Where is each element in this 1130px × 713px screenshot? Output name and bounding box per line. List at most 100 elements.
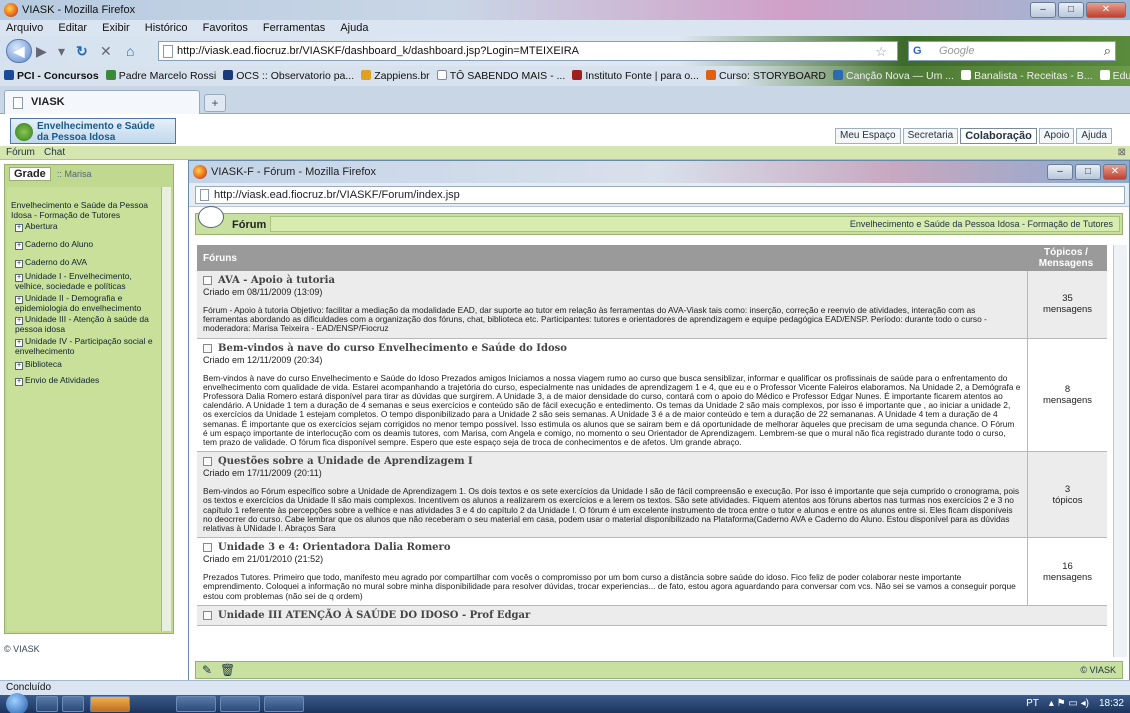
search-box[interactable]: G Google ⌕ <box>908 41 1116 61</box>
tab-grade[interactable]: Grade <box>9 167 51 181</box>
tree-item-unidade-4[interactable]: + Unidade IV - Participação social e enve… <box>7 336 161 357</box>
section-strip: Fórum Chat ⊠ <box>0 146 1130 160</box>
popup-scrollbar[interactable] <box>1113 245 1127 657</box>
pci-icon <box>4 70 14 80</box>
bookmark-item[interactable]: Padre Marcelo Rossi <box>105 66 216 86</box>
menu-ferramentas[interactable]: Ferramentas <box>263 20 325 36</box>
tray-icons[interactable]: ▴ ⚑ ▭ ◂) <box>1049 698 1089 709</box>
forum-row-title[interactable]: AVA - Apoio à tutoria <box>203 275 1021 286</box>
bookmark-icon <box>706 70 716 80</box>
taskbar-firefox[interactable] <box>90 696 130 712</box>
forum-row[interactable]: Unidade III ATENÇÃO À SAÚDE DO IDOSO - P… <box>197 605 1107 626</box>
link-forum[interactable]: Fórum <box>6 147 35 158</box>
bookmark-item[interactable]: OCS :: Observatorio pa... <box>223 66 354 86</box>
nav-secretaria[interactable]: Secretaria <box>902 128 959 144</box>
taskbar-skype[interactable] <box>176 696 216 712</box>
page-icon <box>436 70 447 80</box>
menu-ajuda[interactable]: Ajuda <box>340 20 368 36</box>
col-foruns: Fóruns <box>203 253 237 264</box>
menu-editar[interactable]: Editar <box>58 20 87 36</box>
back-button[interactable]: ◀ <box>6 39 32 63</box>
tree-item-caderno-aluno[interactable]: + Caderno do Aluno <box>7 239 161 250</box>
menu-arquivo[interactable]: Arquivo <box>6 20 43 36</box>
bookmark-item[interactable]: Canção Nova — Um ... <box>833 66 954 86</box>
menu-bar: Arquivo Editar Exibir Histórico Favorito… <box>0 20 1130 36</box>
course-banner: Envelhecimento e Saúde da Pessoa Idosa -… <box>270 216 1120 232</box>
new-tab-button[interactable]: + <box>204 94 226 112</box>
popup-maximize-button[interactable]: □ <box>1075 164 1101 180</box>
forum-row[interactable]: Bem-vindos à nave do curso Envelheciment… <box>197 338 1107 453</box>
bookmark-item[interactable]: Banalista - Receitas - B... <box>961 66 1093 86</box>
expand-icon[interactable]: + <box>15 242 23 250</box>
bookmark-item[interactable]: Instituto Fonte | para o... <box>572 66 699 86</box>
close-button[interactable]: ✕ <box>1086 2 1126 18</box>
new-topic-icon[interactable]: ✎ <box>202 663 212 677</box>
dropdown-arrow-icon[interactable]: ▾ <box>58 43 65 60</box>
link-chat[interactable]: Chat <box>44 147 65 158</box>
stop-icon[interactable]: ✕ <box>100 43 112 60</box>
forum-checkbox-icon <box>203 457 212 467</box>
popup-address-bar[interactable]: http://viask.ead.fiocruz.br/VIASKF/Forum… <box>195 186 1125 204</box>
reload-icon[interactable]: ↻ <box>76 43 88 60</box>
forum-row-title[interactable]: Bem-vindos à nave do curso Envelheciment… <box>203 343 1021 354</box>
language-indicator[interactable]: PT <box>1026 698 1039 709</box>
bookmark-item[interactable]: PCI - Concursos <box>4 66 99 86</box>
taskbar-app[interactable] <box>264 696 304 712</box>
tree-item-unidade-3[interactable]: + Unidade III - Atenção à saúde da pessoa… <box>7 314 161 335</box>
bookmark-star-icon[interactable]: ☆ <box>875 44 887 60</box>
tree-item-abertura[interactable]: + Abertura <box>7 221 161 232</box>
popup-minimize-button[interactable]: – <box>1047 164 1073 180</box>
forum-row-title[interactable]: Unidade III ATENÇÃO À SAÚDE DO IDOSO - P… <box>203 610 1021 621</box>
expand-icon[interactable]: + <box>15 260 23 268</box>
expand-icon[interactable]: + <box>15 362 23 370</box>
tree-item-biblioteca[interactable]: + Biblioteca <box>7 359 161 370</box>
taskbar-word[interactable] <box>220 696 260 712</box>
nav-apoio[interactable]: Apoio <box>1038 128 1075 144</box>
popup-copyright: © VIASK <box>1080 665 1116 675</box>
forum-row-count: 3 tópicos <box>1027 452 1107 538</box>
forum-row[interactable]: AVA - Apoio à tutoria Criado em 08/11/20… <box>197 271 1107 339</box>
menu-historico[interactable]: Histórico <box>145 20 188 36</box>
forum-row-title[interactable]: Unidade 3 e 4: Orientadora Dalia Romero <box>203 542 1021 553</box>
menu-favoritos[interactable]: Favoritos <box>203 20 248 36</box>
tree-root[interactable]: Envelhecimento e Saúde da Pessoa Idosa -… <box>7 200 161 220</box>
trash-icon[interactable]: 🗑 <box>220 663 235 677</box>
forum-footer-bar: ✎ 🗑 © VIASK <box>195 661 1123 679</box>
expand-icon[interactable]: + <box>15 378 23 386</box>
nav-meu-espaco[interactable]: Meu Espaço <box>835 128 901 144</box>
forum-row-created: Criado em 21/01/2010 (21:52) <box>203 554 324 565</box>
tree-item-unidade-1[interactable]: + Unidade I - Envelhecimento, velhice, so… <box>7 271 161 292</box>
nav-colaboracao[interactable]: Colaboração <box>960 128 1037 144</box>
start-button[interactable] <box>6 693 28 713</box>
minimize-button[interactable]: – <box>1030 2 1056 18</box>
tree-item-caderno-ava[interactable]: + Caderno do AVA <box>7 257 161 268</box>
home-icon[interactable]: ⌂ <box>126 43 134 59</box>
tree-item-unidade-2[interactable]: + Unidade II - Demografia e epidemiologia… <box>7 293 161 314</box>
bookmark-item[interactable]: Zappiens.br <box>361 66 430 86</box>
tab-viask[interactable]: VIASK <box>4 90 200 114</box>
forum-row[interactable]: Unidade 3 e 4: Orientadora Dalia Romero … <box>197 538 1107 606</box>
bookmark-item[interactable]: TÔ SABENDO MAIS - ... <box>436 66 565 86</box>
address-bar[interactable]: http://viask.ead.fiocruz.br/VIASKF/dashb… <box>158 41 898 61</box>
close-icon[interactable]: ⊠ <box>1118 146 1126 160</box>
sidebar-scrollbar[interactable] <box>161 187 171 631</box>
folder-icon[interactable] <box>62 696 84 712</box>
forum-row-title[interactable]: Questões sobre a Unidade de Aprendizagem… <box>203 456 1021 467</box>
menu-exibir[interactable]: Exibir <box>102 20 130 36</box>
window-controls: – □ ✕ <box>1030 2 1126 18</box>
nav-ajuda[interactable]: Ajuda <box>1076 128 1112 144</box>
popup-titlebar: VIASK-F - Fórum - Mozilla Firefox – □ ✕ <box>189 161 1129 183</box>
search-icon[interactable]: ⌕ <box>1104 43 1111 59</box>
bookmark-item[interactable]: EduTecNet <box>1099 66 1130 86</box>
tree-item-envio[interactable]: + Envio de Atividades <box>7 375 161 386</box>
clock[interactable]: 18:32 <box>1099 698 1124 709</box>
forum-row[interactable]: Questões sobre a Unidade de Aprendizagem… <box>197 452 1107 539</box>
expand-icon[interactable]: + <box>15 224 23 232</box>
forward-button[interactable]: ▶ <box>36 43 47 60</box>
popup-close-button[interactable]: ✕ <box>1103 164 1127 180</box>
ie-icon[interactable] <box>36 696 58 712</box>
bookmark-icon <box>223 70 234 80</box>
maximize-button[interactable]: □ <box>1058 2 1084 18</box>
bookmark-item[interactable]: Curso: STORYBOARD <box>706 66 826 86</box>
site-logo[interactable]: Envelhecimento e Saúde da Pessoa Idosa <box>10 118 176 144</box>
